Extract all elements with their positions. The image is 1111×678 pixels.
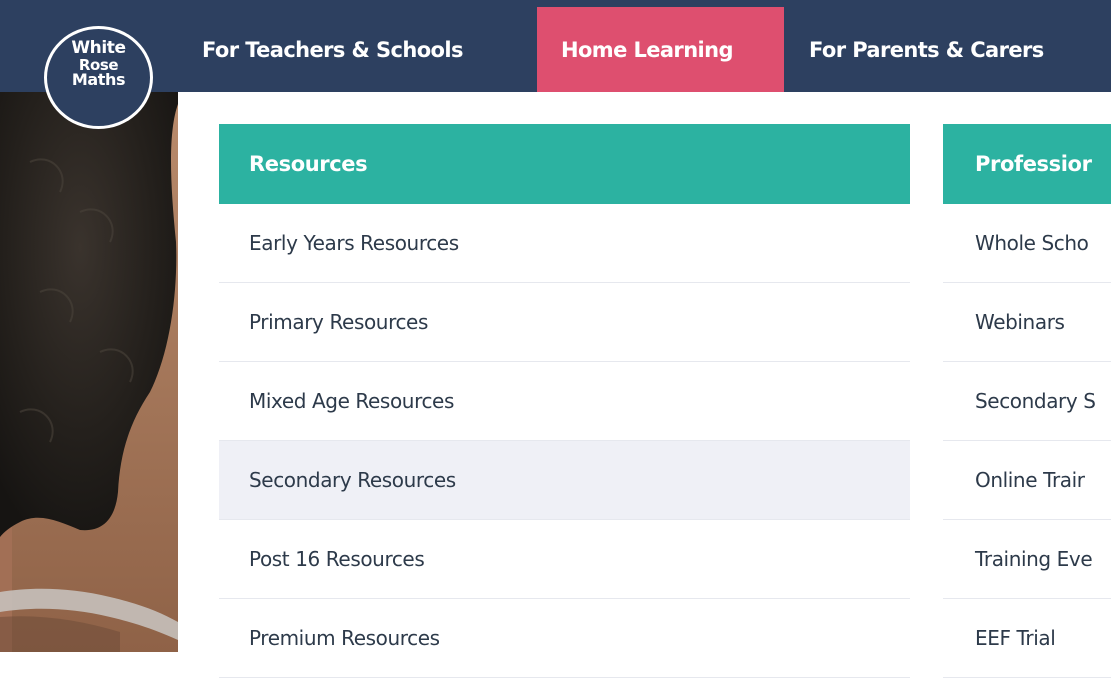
menu-link-webinars[interactable]: Webinars [943,283,1111,362]
menu-link-eef-trial[interactable]: EEF Trial [943,599,1111,678]
professional-heading[interactable]: Professior [943,124,1111,204]
nav-home-learning[interactable]: Home Learning [537,7,784,92]
resources-heading[interactable]: Resources [219,124,910,204]
hero-photo [0,92,178,652]
menu-link-whole-school[interactable]: Whole Scho [943,204,1111,283]
menu-link-post-16-resources[interactable]: Post 16 Resources [219,520,910,599]
menu-link-mixed-age-resources[interactable]: Mixed Age Resources [219,362,910,441]
menu-link-primary-resources[interactable]: Primary Resources [219,283,910,362]
nav-parents-carers[interactable]: For Parents & Carers [809,7,1044,92]
menu-link-online-training[interactable]: Online Trair [943,441,1111,520]
menu-link-early-years-resources[interactable]: Early Years Resources [219,204,910,283]
professional-column: Professior Whole Scho Webinars Secondary… [943,124,1111,678]
hero-photo-image [0,92,178,652]
menu-link-premium-resources[interactable]: Premium Resources [219,599,910,678]
menu-link-secondary[interactable]: Secondary S [943,362,1111,441]
white-rose-maths-logo[interactable]: White Rose Maths [44,26,153,129]
top-nav-bar: For Teachers & Schools Home Learning For… [0,0,1111,92]
nav-teachers-schools[interactable]: For Teachers & Schools [202,7,463,92]
logo-text-maths: Maths [71,70,126,89]
resources-column: Resources Early Years Resources Primary … [219,124,910,678]
menu-link-secondary-resources[interactable]: Secondary Resources [219,441,910,520]
menu-link-training-events[interactable]: Training Eve [943,520,1111,599]
